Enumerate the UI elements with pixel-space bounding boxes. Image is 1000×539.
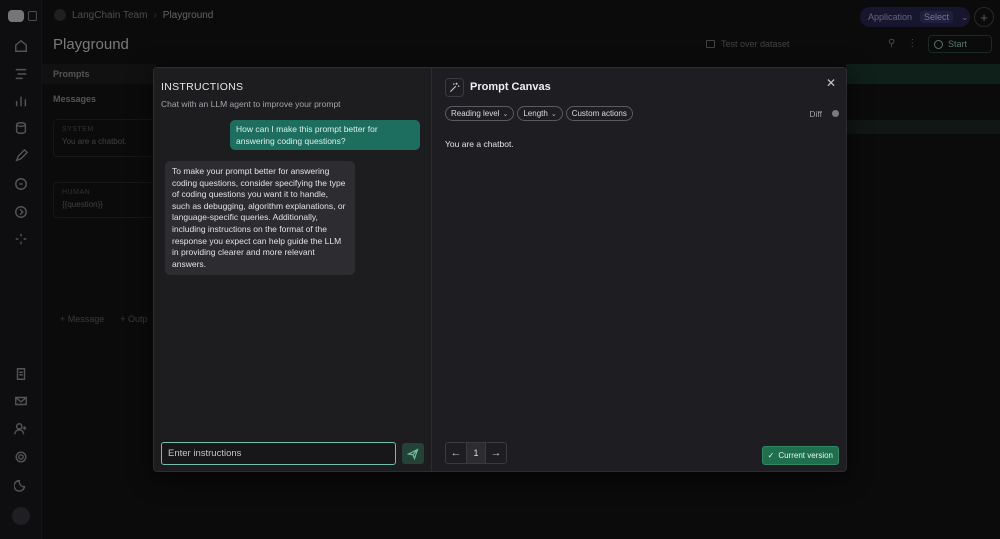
version-pager: ← 1 →: [445, 442, 507, 464]
user-message-bubble: How can I make this prompt better for an…: [230, 120, 420, 150]
send-icon: [407, 447, 419, 460]
reading-level-label: Reading level: [451, 109, 500, 118]
reading-level-dropdown[interactable]: Reading level ⌄: [445, 106, 515, 121]
current-version-label: Current version: [778, 451, 833, 460]
prompt-canvas-pane: Prompt Canvas ✕ Reading level ⌄ Length ⌄…: [433, 68, 846, 471]
check-icon: ✓: [767, 451, 775, 460]
length-label: Length: [523, 109, 548, 118]
magic-wand-icon: [445, 78, 464, 97]
chevron-down-icon: ⌄: [550, 110, 557, 118]
current-version-button[interactable]: ✓ Current version: [761, 446, 839, 465]
length-dropdown[interactable]: Length ⌄: [517, 106, 563, 121]
instructions-pane: INSTRUCTIONS Chat with an LLM agent to i…: [154, 68, 432, 471]
diff-toggle[interactable]: [832, 110, 839, 117]
prompt-text[interactable]: You are a chatbot.: [445, 139, 514, 149]
send-button[interactable]: [402, 443, 424, 464]
arrow-right-icon[interactable]: →: [486, 443, 506, 463]
chevron-down-icon: ⌄: [502, 110, 509, 118]
diff-label: Diff: [809, 109, 822, 119]
canvas-title: Prompt Canvas: [470, 81, 551, 93]
instructions-subtitle: Chat with an LLM agent to improve your p…: [161, 99, 341, 109]
assistant-message-bubble: To make your prompt better for answering…: [165, 161, 355, 276]
instructions-input[interactable]: [161, 442, 396, 465]
instructions-title: INSTRUCTIONS: [161, 81, 244, 93]
prompt-canvas-modal: INSTRUCTIONS Chat with an LLM agent to i…: [153, 67, 847, 472]
close-icon[interactable]: ✕: [826, 76, 836, 90]
arrow-left-icon[interactable]: ←: [446, 443, 466, 463]
custom-actions-label: Custom actions: [571, 109, 627, 118]
custom-actions-button[interactable]: Custom actions: [565, 106, 633, 121]
canvas-actions: Reading level ⌄ Length ⌄ Custom actions: [445, 106, 633, 121]
version-number: 1: [466, 443, 486, 463]
